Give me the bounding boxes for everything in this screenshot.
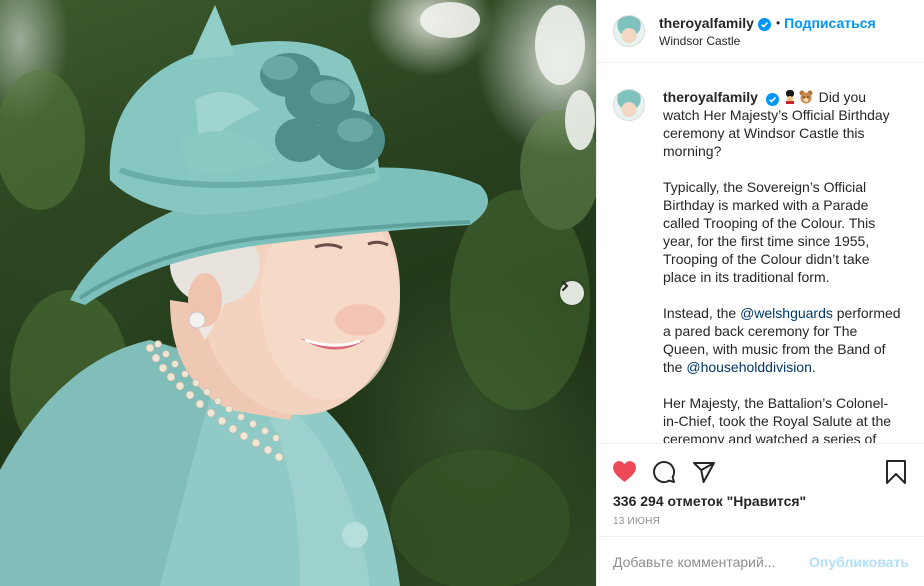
comment-form: Опубликовать xyxy=(597,536,924,586)
guardsman-emoji-icon xyxy=(783,90,797,104)
bookmark-icon xyxy=(885,459,907,489)
header-row: theroyalfamily • Подписаться xyxy=(659,14,876,32)
caption-area[interactable]: theroyalfamily Did you watch Her Majesty… xyxy=(597,64,924,443)
separator-dot: • xyxy=(775,16,781,30)
follow-button[interactable]: Подписаться xyxy=(784,14,876,32)
actions-area: 336 294 отметок "Нравится" 13 ИЮНЯ xyxy=(597,443,924,536)
next-slide-button[interactable] xyxy=(560,281,584,305)
save-button[interactable] xyxy=(883,459,909,489)
p3-pre: Instead, the xyxy=(663,305,741,321)
likes-count[interactable]: 336 294 отметок "Нравится" xyxy=(597,493,924,509)
caption-username-link[interactable]: theroyalfamily xyxy=(663,89,758,105)
verified-badge-icon xyxy=(757,17,771,31)
caption-text: theroyalfamily Did you watch Her Majesty… xyxy=(663,88,903,443)
caption-row: theroyalfamily Did you watch Her Majesty… xyxy=(613,88,905,443)
caption-verified-badge-icon xyxy=(765,92,779,106)
like-button[interactable] xyxy=(611,461,637,487)
post-side-panel: theroyalfamily • Подписаться Windsor Cas… xyxy=(596,0,924,586)
post-header: theroyalfamily • Подписаться Windsor Cas… xyxy=(597,0,924,63)
location-link[interactable]: Windsor Castle xyxy=(659,34,876,48)
heart-filled-icon xyxy=(612,460,637,488)
publish-button[interactable]: Опубликовать xyxy=(809,554,909,570)
caption-paragraph-3: Instead, the @welshguards performed a pa… xyxy=(663,304,903,376)
post-date[interactable]: 13 ИЮНЯ xyxy=(597,516,924,527)
post-photo[interactable] xyxy=(0,0,596,586)
comment-input[interactable] xyxy=(613,553,810,570)
caption-avatar[interactable] xyxy=(613,89,645,121)
username-link[interactable]: theroyalfamily xyxy=(659,14,754,32)
paper-plane-icon xyxy=(692,460,716,489)
share-button[interactable] xyxy=(691,461,717,487)
p3-post: . xyxy=(811,359,816,375)
action-icons xyxy=(597,444,924,492)
caption-paragraph-1: theroyalfamily Did you watch Her Majesty… xyxy=(663,88,903,160)
mention-welshguards-link[interactable]: @welshguards xyxy=(740,305,833,321)
comment-button[interactable] xyxy=(651,460,677,489)
mention-householddivision-link[interactable]: @householddivision xyxy=(686,359,812,375)
caption-paragraph-2: Typically, the Sovereign’s Official Birt… xyxy=(663,179,876,285)
avatar[interactable] xyxy=(613,15,645,47)
header-text: theroyalfamily • Подписаться Windsor Cas… xyxy=(659,14,876,48)
caption-paragraph-4: Her Majesty, the Battalion’s Colonel-in-… xyxy=(663,395,892,443)
bear-emoji-icon xyxy=(799,90,813,104)
comment-bubble-icon xyxy=(652,460,676,489)
photo-illustration xyxy=(0,2,596,586)
